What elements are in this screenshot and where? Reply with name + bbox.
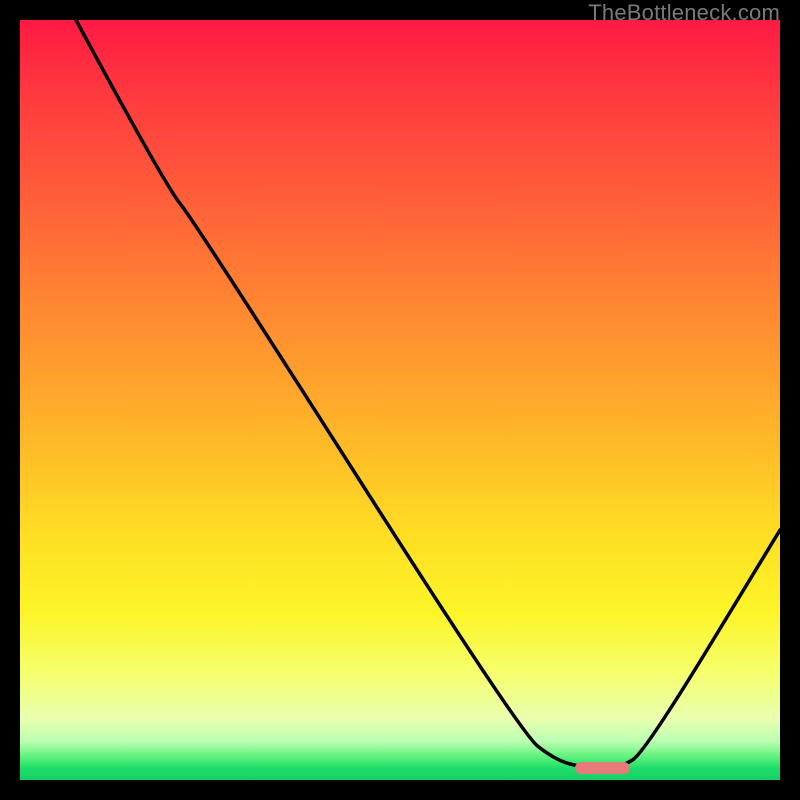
plot-area bbox=[20, 20, 780, 780]
optimal-range-marker bbox=[575, 762, 630, 774]
bottleneck-curve bbox=[20, 20, 780, 780]
